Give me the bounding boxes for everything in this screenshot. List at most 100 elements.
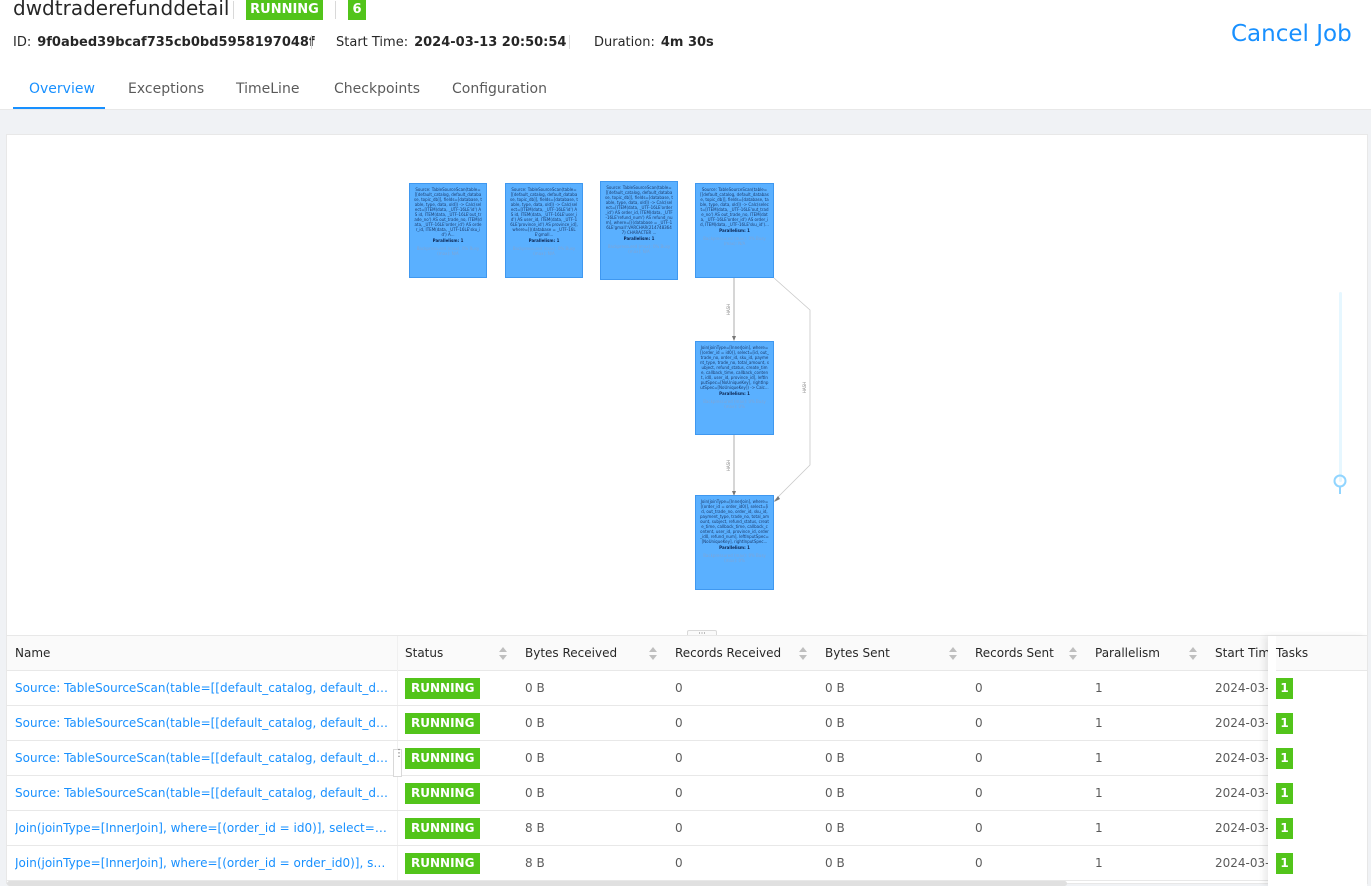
column-header-records-received[interactable]: Records Received (675, 636, 781, 671)
vertex-name-link[interactable]: Source: TableSourceScan(table=[[default_… (15, 706, 391, 741)
parallelism-cell: 1 (1095, 786, 1103, 800)
vertices-table: Name Status Bytes Received Records Recei… (7, 635, 1367, 886)
node-description: Source: TableSourceScan(table=[[default_… (414, 187, 482, 237)
bytes-sent-cell: 0 B (825, 856, 845, 870)
job-header: dwdtraderefunddetail RUNNING 6 ID: 9f0abe… (0, 0, 1371, 110)
records-sent-cell: 0 (975, 681, 983, 695)
table-header: Name Status Bytes Received Records Recei… (7, 636, 1367, 671)
status-badge: RUNNING (405, 748, 481, 769)
status-badge: RUNNING (405, 713, 481, 734)
status-badge: RUNNING (405, 783, 481, 804)
bytes-sent-cell: 0 B (825, 786, 845, 800)
node-description: Source: TableSourceScan(table=[[default_… (605, 185, 673, 235)
edge-arrow (774, 496, 780, 502)
table-row[interactable]: Source: TableSourceScan(table=[[default_… (7, 671, 1367, 706)
vertex-name-link[interactable]: Join(joinType=[InnerJoin], where=[(order… (15, 846, 391, 881)
column-header-tasks[interactable]: Tasks (1276, 636, 1367, 671)
graph-node[interactable]: Join(joinType=[InnerJoin], where=[(order… (695, 341, 774, 435)
node-stats: Backpressured (max): 0% Busy (max): N/A (607, 244, 671, 254)
task-count-badge: 6 (348, 0, 366, 20)
node-parallelism: Parallelism: 1 (623, 236, 655, 241)
node-description: Join(joinType=[InnerJoin], where=[(order… (700, 499, 769, 544)
column-header-bytes-sent[interactable]: Bytes Sent (825, 636, 890, 671)
status-badge: RUNNING (405, 853, 481, 874)
graph-node[interactable]: Source: TableSourceScan(table=[[default_… (409, 183, 487, 278)
bytes-received-cell: 8 B (525, 856, 545, 870)
records-received-cell: 0 (675, 786, 683, 800)
column-header-records-sent[interactable]: Records Sent (975, 636, 1054, 671)
job-status-badge: RUNNING (246, 0, 323, 20)
node-description: Join(joinType=[InnerJoin], where=[(order… (700, 345, 769, 390)
node-stats: Backpressured (max): 0% Busy (max): N/A (416, 246, 480, 256)
sort-icon[interactable] (1069, 647, 1077, 661)
sort-icon[interactable] (649, 647, 657, 661)
tasks-badge: 1 (1276, 713, 1293, 734)
job-graph[interactable]: Source: TableSourceScan(table=[[default_… (7, 135, 1367, 633)
bytes-sent-cell: 0 B (825, 751, 845, 765)
column-resize-handle[interactable]: ⋮ (393, 749, 404, 777)
records-received-cell: 0 (675, 681, 683, 695)
column-header-parallelism[interactable]: Parallelism (1095, 636, 1160, 671)
sort-icon[interactable] (499, 647, 507, 661)
node-stats: Backpressured (max): 0% Busy (max): 0% (703, 399, 766, 409)
records-received-cell: 0 (675, 716, 683, 730)
table-row[interactable]: Join(joinType=[InnerJoin], where=[(order… (7, 811, 1367, 846)
graph-edges (732, 277, 811, 502)
divider (569, 35, 570, 49)
node-stats: Backpressured (max): 0% Busy (max): N/A (703, 236, 766, 246)
table-row[interactable]: Source: TableSourceScan(table=[[default_… (7, 776, 1367, 811)
zoom-slider-handle-icon[interactable] (1332, 472, 1348, 496)
job-duration: Duration: 4m 30s (594, 33, 714, 53)
table-row[interactable]: Source: TableSourceScan(table=[[default_… (7, 741, 1367, 776)
vertex-name-link[interactable]: Source: TableSourceScan(table=[[default_… (15, 776, 391, 811)
job-name: dwdtraderefunddetail (13, 0, 230, 20)
job-id: ID: 9f0abed39bcaf735cb0bd5958197048f (13, 33, 315, 53)
table-row[interactable]: Source: TableSourceScan(table=[[default_… (7, 706, 1367, 741)
sort-icon[interactable] (1189, 647, 1197, 661)
cancel-job-button[interactable]: Cancel Job (1231, 18, 1352, 50)
vertex-name-link[interactable]: Source: TableSourceScan(table=[[default_… (15, 671, 391, 706)
tab-checkpoints[interactable]: Checkpoints (334, 79, 420, 99)
start-time-label: Start Time: (336, 35, 409, 50)
graph-node[interactable]: Source: TableSourceScan(table=[[default_… (695, 183, 774, 278)
parallelism-cell: 1 (1095, 856, 1103, 870)
sort-icon[interactable] (949, 647, 957, 661)
zoom-slider-track[interactable] (1339, 292, 1342, 482)
status-badge: RUNNING (405, 818, 481, 839)
records-sent-cell: 0 (975, 751, 983, 765)
records-sent-cell: 0 (975, 786, 983, 800)
tab-exceptions[interactable]: Exceptions (128, 79, 204, 99)
divider (335, 1, 336, 19)
divider (311, 35, 312, 49)
sort-icon[interactable] (799, 647, 807, 661)
tab-overview[interactable]: Overview (29, 79, 95, 99)
column-header-bytes-received[interactable]: Bytes Received (525, 636, 617, 671)
bytes-received-cell: 0 B (525, 716, 545, 730)
start-time-value: 2024-03-13 20:50:54 (414, 35, 567, 50)
job-id-value: 9f0abed39bcaf735cb0bd5958197048f (37, 35, 315, 50)
node-description: Source: TableSourceScan(table=[[default_… (510, 187, 578, 237)
vertex-name-link[interactable]: Join(joinType=[InnerJoin], where=[(order… (15, 811, 391, 846)
job-tabs: Overview Exceptions TimeLine Checkpoints… (0, 70, 700, 110)
node-parallelism: Parallelism: 1 (719, 545, 750, 550)
column-header-status[interactable]: Status (405, 636, 443, 671)
parallelism-cell: 1 (1095, 751, 1103, 765)
bytes-received-cell: 8 B (525, 821, 545, 835)
bytes-sent-cell: 0 B (825, 716, 845, 730)
graph-node[interactable]: Source: TableSourceScan(table=[[default_… (505, 183, 583, 278)
tab-configuration[interactable]: Configuration (452, 79, 547, 99)
node-description: Source: TableSourceScan(table=[[default_… (700, 187, 769, 227)
bytes-sent-cell: 0 B (825, 681, 845, 695)
records-sent-cell: 0 (975, 821, 983, 835)
table-row[interactable]: Join(joinType=[InnerJoin], where=[(order… (7, 846, 1367, 881)
tab-timeline[interactable]: TimeLine (236, 79, 299, 99)
column-header-name[interactable]: Name (15, 636, 50, 671)
records-sent-cell: 0 (975, 856, 983, 870)
vertex-name-link[interactable]: Source: TableSourceScan(table=[[default_… (15, 741, 391, 776)
records-received-cell: 0 (675, 821, 683, 835)
graph-node[interactable]: Join(joinType=[InnerJoin], where=[(order… (695, 495, 774, 590)
bytes-received-cell: 0 B (525, 786, 545, 800)
graph-node[interactable]: Source: TableSourceScan(table=[[default_… (600, 181, 678, 280)
tasks-badge: 1 (1276, 678, 1293, 699)
status-badge: RUNNING (405, 678, 481, 699)
